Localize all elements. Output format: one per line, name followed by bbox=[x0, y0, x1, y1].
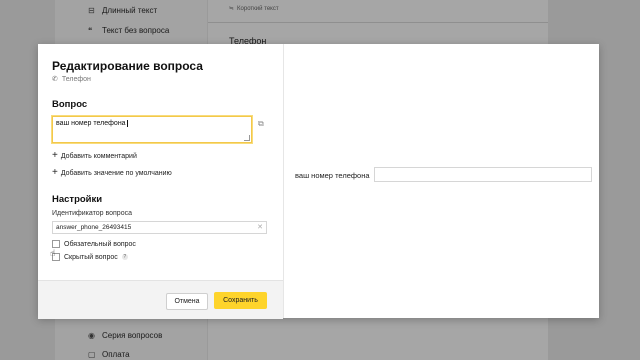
sidebar-item-text-no-question[interactable]: ❝ Текст без вопроса bbox=[88, 26, 169, 35]
short-text-icon: ≒ bbox=[229, 6, 235, 12]
long-text-icon: ⊟ bbox=[88, 6, 95, 15]
add-comment-button[interactable]: + Добавить комментарий bbox=[52, 150, 137, 161]
modal-title: Редактирование вопроса bbox=[52, 59, 203, 73]
background-card-hint: ≒ Короткий текст bbox=[229, 5, 279, 13]
sidebar-item-payment[interactable]: ▢ Оплата bbox=[88, 350, 130, 359]
clear-icon[interactable]: ✕ bbox=[257, 223, 263, 231]
preview-phone-input[interactable] bbox=[374, 167, 592, 182]
question-section-title: Вопрос bbox=[52, 99, 88, 110]
question-type: ✆ Телефон bbox=[52, 75, 91, 84]
modal-footer: Отмена Сохранить bbox=[38, 280, 283, 319]
background-divider bbox=[208, 22, 548, 23]
payment-icon: ▢ bbox=[88, 350, 96, 359]
hidden-label: Скрытый вопрос bbox=[64, 253, 118, 261]
question-id-label: Идентификатор вопроса bbox=[52, 210, 132, 217]
question-id-value: answer_phone_26493415 bbox=[56, 224, 132, 231]
hidden-checkbox[interactable]: Скрытый вопрос ? bbox=[52, 253, 128, 261]
sidebar-item-label: Длинный текст bbox=[102, 6, 158, 15]
sidebar-item-label: Оплата bbox=[102, 350, 130, 359]
settings-section-title: Настройки bbox=[52, 194, 103, 205]
plus-icon: + bbox=[52, 150, 58, 161]
question-textarea[interactable]: ваш номер телефона bbox=[52, 116, 252, 143]
sidebar-item-long-text[interactable]: ⊟ Длинный текст bbox=[88, 6, 157, 15]
cancel-button[interactable]: Отмена bbox=[166, 293, 208, 310]
help-icon[interactable]: ? bbox=[121, 254, 128, 260]
mouse-cursor-icon: ☝ bbox=[50, 248, 56, 258]
edit-question-modal: Редактирование вопроса ✆ Телефон Вопрос … bbox=[38, 44, 599, 319]
resize-handle[interactable] bbox=[244, 135, 250, 141]
image-add-icon[interactable]: ⧉ bbox=[258, 119, 264, 129]
sidebar-item-label: Серия вопросов bbox=[102, 331, 163, 340]
checkbox-box[interactable] bbox=[52, 240, 60, 248]
modal-form-panel: Редактирование вопроса ✆ Телефон Вопрос … bbox=[38, 44, 283, 319]
question-text: ваш номер телефона bbox=[56, 120, 126, 127]
sidebar-item-series[interactable]: ◉ Серия вопросов bbox=[88, 331, 162, 340]
plus-icon: + bbox=[52, 167, 58, 178]
preview-panel: ваш номер телефона bbox=[284, 44, 599, 318]
phone-icon: ✆ bbox=[52, 76, 58, 83]
required-checkbox[interactable]: Обязательный вопрос bbox=[52, 240, 136, 248]
question-id-input[interactable]: answer_phone_26493415 ✕ bbox=[52, 221, 267, 234]
save-button[interactable]: Сохранить bbox=[214, 292, 267, 309]
add-default-value-button[interactable]: + Добавить значение по умолчанию bbox=[52, 167, 172, 178]
required-label: Обязательный вопрос bbox=[64, 240, 136, 248]
quote-icon: ❝ bbox=[88, 26, 93, 35]
series-icon: ◉ bbox=[88, 331, 95, 340]
preview-question-label: ваш номер телефона bbox=[295, 171, 370, 180]
sidebar-item-label: Текст без вопроса bbox=[102, 26, 170, 35]
